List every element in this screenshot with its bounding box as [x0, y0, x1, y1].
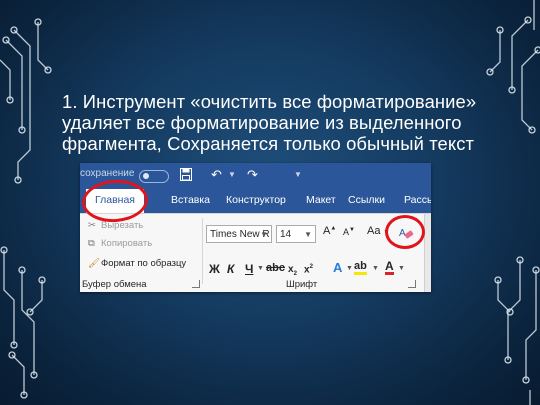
tab-mailings[interactable]: Рассыл: [404, 194, 431, 206]
tab-design[interactable]: Конструктор: [226, 194, 286, 206]
ribbon-home-panel: ✂ Вырезать ⧉ Копировать 🖌Формат по образцу…: [80, 213, 431, 292]
highlight-color-button[interactable]: ab: [354, 261, 367, 275]
subscript-button[interactable]: x2: [288, 264, 297, 277]
highlight-circle-clear-formatting: [385, 215, 425, 249]
tab-layout[interactable]: Макет: [306, 194, 336, 206]
scrollbar[interactable]: [424, 214, 431, 292]
chevron-down-icon: ▼: [346, 265, 353, 272]
font-color-button[interactable]: A: [385, 260, 394, 275]
tab-insert[interactable]: Вставка: [171, 194, 210, 206]
save-icon[interactable]: [180, 168, 192, 181]
shrink-font-icon[interactable]: A▼: [343, 227, 355, 237]
chevron-down-icon: ▼: [257, 265, 264, 272]
font-size-value: 14: [280, 229, 292, 240]
underline-button[interactable]: Ч: [245, 262, 253, 276]
caption-line-2: удаляет все форматирование из выделенног…: [62, 112, 462, 133]
chevron-down-icon: ▼: [398, 265, 405, 272]
italic-button[interactable]: К: [227, 262, 234, 276]
caption-line-1: 1. Инструмент «очистить все форматирован…: [62, 91, 477, 112]
autosave-toggle[interactable]: [139, 170, 169, 183]
format-painter-button[interactable]: 🖌Формат по образцу: [88, 258, 186, 269]
font-launcher-icon[interactable]: [408, 280, 416, 288]
caption-line-3: фрагмента, Сохраняется только обычный те…: [62, 133, 475, 154]
grow-font-icon[interactable]: A▲: [323, 225, 336, 237]
tab-references[interactable]: Ссылки: [348, 194, 385, 206]
clipboard-launcher-icon[interactable]: [192, 280, 200, 288]
paintbrush-icon: 🖌: [88, 258, 101, 269]
copy-button[interactable]: ⧉ Копировать: [88, 238, 152, 249]
customize-toolbar-icon[interactable]: ▼: [294, 170, 302, 179]
undo-dropdown-icon[interactable]: ▼: [228, 170, 236, 179]
redo-icon[interactable]: ↷: [247, 167, 258, 183]
undo-icon[interactable]: ↶: [211, 167, 222, 183]
clipboard-group-label: Буфер обмена: [82, 279, 147, 290]
slide-caption: 1. Инструмент «очистить все форматирован…: [62, 91, 492, 154]
scissors-icon: ✂: [88, 220, 96, 231]
font-size-combo[interactable]: 14 ▼: [276, 225, 316, 243]
copy-icon: ⧉: [88, 238, 95, 249]
bold-button[interactable]: Ж: [209, 262, 220, 276]
change-case-button[interactable]: Aa: [367, 225, 380, 237]
format-painter-label: Формат по образцу: [101, 258, 187, 269]
strikethrough-button[interactable]: abc: [266, 262, 285, 274]
copy-label: Копировать: [101, 238, 153, 249]
word-ribbon-screenshot: сохранение ↶ ▼ ↷ ▼ Главная Вставка Конст…: [80, 163, 431, 292]
chevron-down-icon: ▼: [372, 265, 379, 272]
chevron-down-icon: ▼: [260, 230, 268, 239]
text-effects-button[interactable]: A: [333, 260, 342, 275]
font-name-combo[interactable]: Times New R ▼: [206, 225, 272, 243]
superscript-button[interactable]: x2: [304, 264, 313, 275]
autosave-label: сохранение: [80, 168, 135, 179]
group-divider: [202, 218, 203, 284]
font-group-label: Шрифт: [286, 279, 318, 290]
chevron-down-icon: ▼: [304, 230, 312, 239]
